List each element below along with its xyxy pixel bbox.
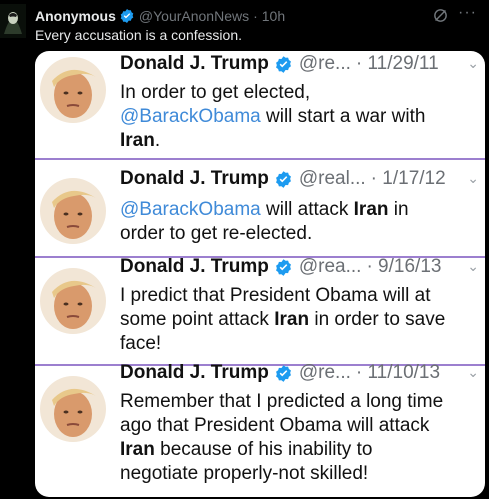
author-avatar[interactable] <box>0 4 26 38</box>
tweet-header: Donald J. Trump @re... · 11/10/13 <box>120 362 440 384</box>
chevron-down-icon: ⌄ <box>467 55 479 71</box>
post-text: Every accusation is a confession. <box>35 27 242 43</box>
tweet-header: Donald J. Trump @re... · 11/29/11 <box>120 53 439 75</box>
trump-avatar <box>40 57 106 123</box>
tweet-text: I predict that President Obama will at s… <box>120 284 475 356</box>
separator-dot: · <box>253 8 258 24</box>
trump-avatar <box>40 376 106 442</box>
tweet-text-part: some point attack <box>120 309 275 330</box>
tweet-date: · 1/17/12 <box>370 168 446 189</box>
tweet-text: @BarackObama will attack Iran in order t… <box>120 198 475 246</box>
tweet-text: In order to get elected, @BarackObama wi… <box>120 81 475 153</box>
verified-icon <box>274 258 293 277</box>
tweet-author-name: Donald J. Trump <box>120 53 269 74</box>
author-handle[interactable]: @YourAnonNews <box>139 8 249 24</box>
grok-icon[interactable] <box>432 7 449 27</box>
chevron-down-icon: ⌄ <box>467 170 479 186</box>
tweet-text-part: in <box>388 199 409 220</box>
tweet-card: Donald J. Trump @re... · 11/10/13 ⌄ Reme… <box>35 362 485 497</box>
keyword-bold: Iran <box>353 199 389 220</box>
tweet-text-part: in order to save <box>309 309 446 330</box>
mention-link: @BarackObama <box>120 106 261 127</box>
tweet-date: · 9/16/13 <box>366 256 442 277</box>
tweet-text-part: I predict that President Obama will at <box>120 285 431 306</box>
tweet-card: Donald J. Trump @real... · 1/17/12 ⌄ @Ba… <box>35 160 485 256</box>
tweet-card: Donald J. Trump @re... · 11/29/11 ⌄ In o… <box>35 51 485 158</box>
tweet-text-part: because of his inability to <box>154 439 373 460</box>
tweet-date: · 11/29/11 <box>355 53 439 74</box>
tweet-text-part: Remember that I predicted a long time <box>120 391 444 412</box>
verified-icon <box>274 364 293 383</box>
tweet-author-name: Donald J. Trump <box>120 256 269 277</box>
tweet-handle: @re... <box>298 53 351 74</box>
trump-avatar <box>40 268 106 334</box>
tweet-handle: @rea... <box>298 256 362 277</box>
tweet-text-part: . <box>154 130 161 151</box>
chevron-down-icon: ⌄ <box>467 258 479 274</box>
tweet-text-part: order to get re-elected. <box>120 223 313 244</box>
verified-icon <box>119 8 135 24</box>
post-header: Anonymous @YourAnonNews · 10h ··· <box>35 4 479 27</box>
tweet-card: Donald J. Trump @rea... · 9/16/13 ⌄ I pr… <box>35 256 485 364</box>
verified-icon <box>274 170 293 189</box>
tweet-handle: @re... <box>298 362 351 383</box>
tweet-date: · 11/10/13 <box>355 362 441 383</box>
tweet-text-part: will start a war with <box>260 106 426 127</box>
post-time[interactable]: 10h <box>262 8 285 24</box>
keyword-bold: Iran <box>120 130 155 151</box>
tweet-author-name: Donald J. Trump <box>120 168 269 189</box>
keyword-bold: Iran <box>120 439 155 460</box>
tweet-handle: @real... <box>298 168 366 189</box>
trump-avatar <box>40 178 106 244</box>
tweet-text-part: will attack <box>260 199 354 220</box>
tweet-author-name: Donald J. Trump <box>120 362 269 383</box>
tweet-header: Donald J. Trump @real... · 1/17/12 <box>120 168 446 190</box>
mention-link: @BarackObama <box>120 199 261 220</box>
more-options-icon[interactable]: ··· <box>458 4 477 22</box>
tweet-text-part: face! <box>120 333 162 354</box>
tweet-text-part: ago that President Obama will attack <box>120 415 430 436</box>
post-image[interactable]: Donald J. Trump @re... · 11/29/11 ⌄ In o… <box>35 51 485 497</box>
tweet-header: Donald J. Trump @rea... · 9/16/13 <box>120 256 441 278</box>
chevron-down-icon: ⌄ <box>467 364 479 380</box>
author-name[interactable]: Anonymous <box>35 8 116 24</box>
tweet-text-part: In order to get elected, <box>120 82 311 103</box>
keyword-bold: Iran <box>274 309 310 330</box>
tweet-text-part: negotiate properly-not skilled! <box>120 463 369 484</box>
tweet-text: Remember that I predicted a long time ag… <box>120 390 475 486</box>
verified-icon <box>274 55 293 74</box>
